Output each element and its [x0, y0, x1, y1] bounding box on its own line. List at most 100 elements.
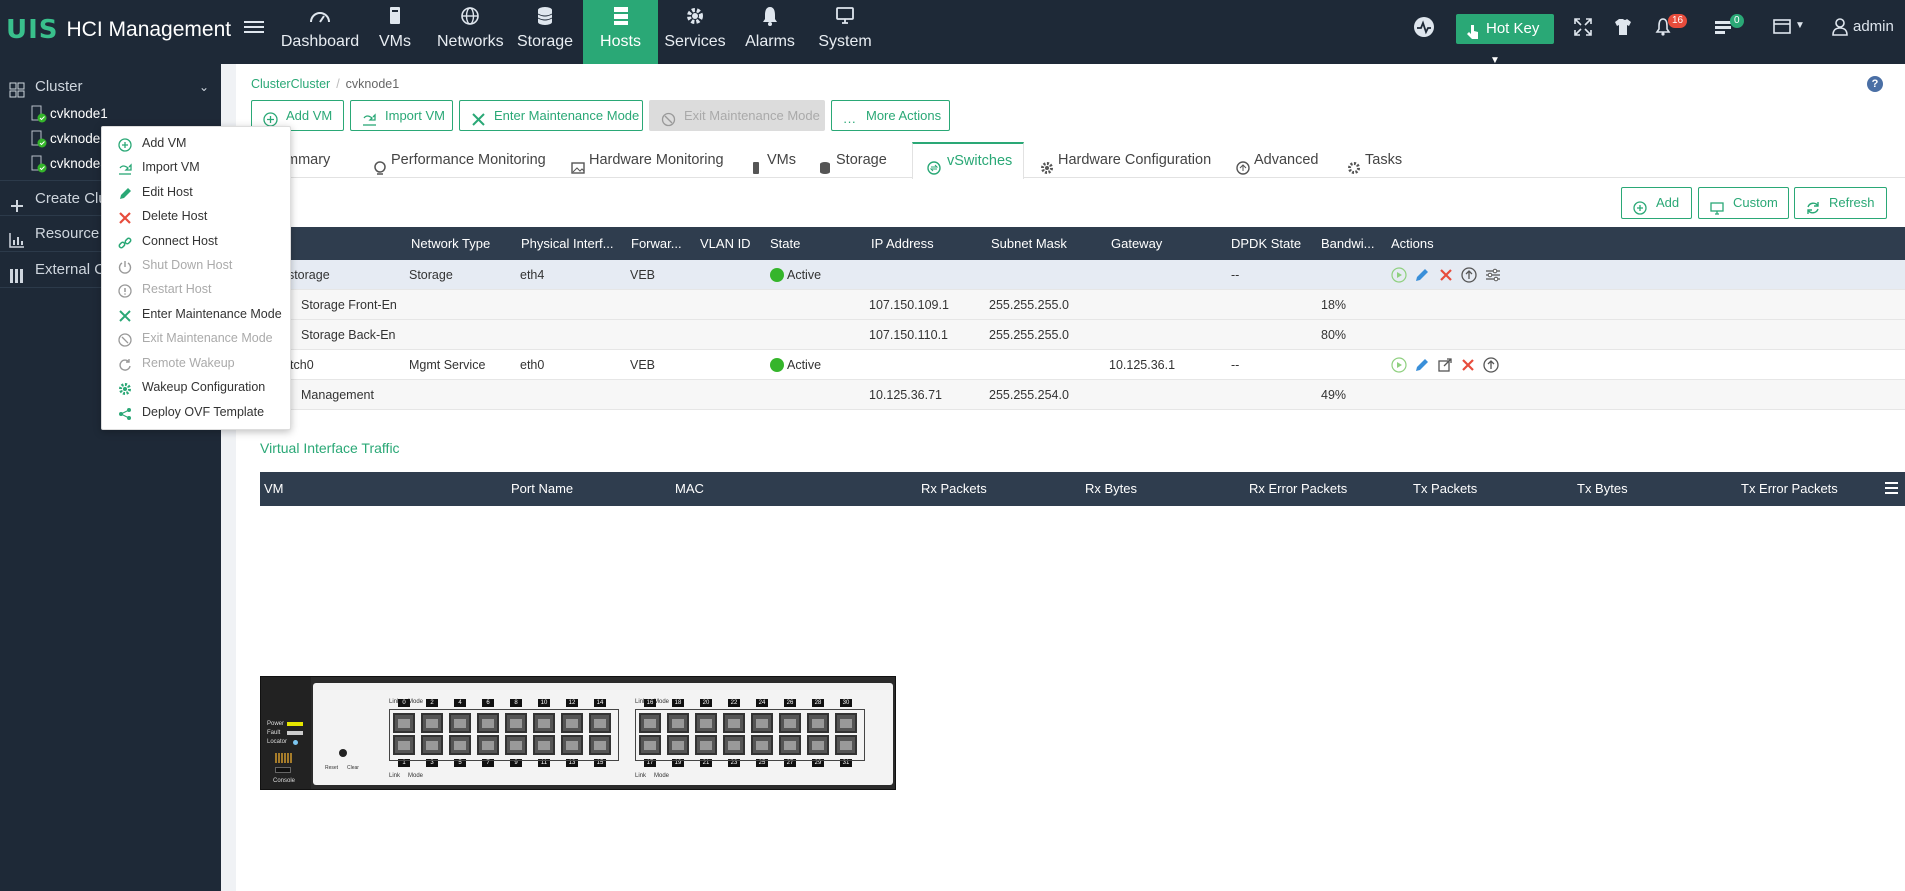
- tab-hardware-monitoring[interactable]: Hardware Monitoring: [569, 142, 724, 178]
- delete-icon[interactable]: [1438, 267, 1454, 283]
- start-icon[interactable]: [1391, 357, 1407, 373]
- table-row[interactable]: Management 10.125.36.71 255.255.254.0 49…: [251, 380, 1905, 410]
- menu-item-shut-down-host[interactable]: Shut Down Host: [102, 253, 292, 277]
- table-row[interactable]: _storage Storage eth4 VEB Active --: [251, 260, 1905, 290]
- tab-vms[interactable]: VMs: [747, 142, 796, 178]
- user-icon[interactable]: [1832, 18, 1848, 39]
- migrate-icon[interactable]: [1437, 357, 1453, 373]
- host-name: cvknode3: [50, 156, 108, 171]
- upload-icon[interactable]: [1483, 357, 1499, 373]
- switch-panel-image: Power Fault Locator Console Reset Clear …: [260, 676, 896, 790]
- table-row[interactable]: Storage Front-En 107.150.109.1 255.255.2…: [251, 290, 1905, 320]
- exit-tools-icon: [661, 108, 676, 127]
- col-header[interactable]: Rx Bytes: [1085, 472, 1137, 506]
- menu-label: Enter Maintenance Mode: [142, 307, 282, 321]
- menu-item-add-vm[interactable]: Add VM: [102, 131, 292, 155]
- heartbeat-icon[interactable]: [1413, 16, 1435, 41]
- fullscreen-icon[interactable]: [1574, 18, 1592, 39]
- col-header[interactable]: Tx Error Packets: [1741, 472, 1838, 506]
- custom-button[interactable]: Custom: [1698, 187, 1789, 219]
- breadcrumb-parent[interactable]: ClusterCluster: [251, 77, 330, 91]
- cell-subnet-mask: 255.255.254.0: [989, 388, 1069, 402]
- help-icon[interactable]: ?: [1867, 76, 1883, 92]
- col-header[interactable]: Physical Interf...: [521, 227, 613, 260]
- tab-hardware-configuration[interactable]: Hardware Configuration: [1038, 142, 1211, 178]
- nav-system[interactable]: System: [814, 0, 876, 64]
- cell-bandwidth: 18%: [1321, 298, 1347, 312]
- upload-icon[interactable]: [1461, 267, 1477, 283]
- col-header[interactable]: Network Type: [411, 227, 490, 260]
- add-vswitch-button[interactable]: Add: [1621, 187, 1692, 219]
- edit-icon[interactable]: [1414, 267, 1430, 283]
- col-header[interactable]: State: [770, 227, 800, 260]
- calendar-icon[interactable]: [1773, 18, 1791, 37]
- delete-icon[interactable]: [1460, 357, 1476, 373]
- nav-dashboard[interactable]: Dashboard: [280, 0, 360, 64]
- col-header[interactable]: Gateway: [1111, 227, 1162, 260]
- hotkey-button[interactable]: Hot Key ▼: [1456, 14, 1554, 66]
- share-icon: [118, 405, 132, 420]
- breadcrumb: ClusterCluster / cvknode1: [251, 77, 399, 91]
- sidebar-host-cvknode1[interactable]: cvknode1: [0, 102, 221, 126]
- nav-storage[interactable]: Storage: [514, 0, 576, 64]
- menu-item-exit-maintenance[interactable]: Exit Maintenance Mode: [102, 326, 292, 350]
- start-icon[interactable]: [1391, 267, 1407, 283]
- task-count-badge: 0: [1730, 14, 1744, 28]
- menu-item-remote-wakeup[interactable]: Remote Wakeup: [102, 351, 292, 375]
- menu-item-enter-maintenance[interactable]: Enter Maintenance Mode: [102, 302, 292, 326]
- menu-item-wakeup-config[interactable]: Wakeup Configuration: [102, 375, 292, 399]
- col-header[interactable]: Rx Packets: [921, 472, 987, 506]
- tab-vswitches[interactable]: vSwitches: [912, 142, 1024, 179]
- menu-item-connect-host[interactable]: Connect Host: [102, 229, 292, 253]
- import-vm-button[interactable]: Import VM: [350, 100, 453, 131]
- col-header[interactable]: DPDK State: [1231, 227, 1301, 260]
- shirt-icon[interactable]: [1614, 18, 1632, 39]
- caret-down-icon[interactable]: ▼: [1795, 20, 1805, 31]
- main-area: ClusterCluster / cvknode1 ? Add VM Import …: [221, 64, 1905, 891]
- menu-item-deploy-ovf[interactable]: Deploy OVF Template: [102, 400, 292, 424]
- col-header[interactable]: Tx Bytes: [1577, 472, 1628, 506]
- user-name[interactable]: admin: [1853, 18, 1894, 35]
- settings-sliders-icon[interactable]: [1485, 267, 1501, 283]
- col-header[interactable]: Tx Packets: [1413, 472, 1477, 506]
- wakeup-icon: [118, 356, 132, 371]
- nav-networks[interactable]: Networks: [437, 0, 504, 64]
- menu-item-delete-host[interactable]: Delete Host: [102, 204, 292, 228]
- refresh-button[interactable]: Refresh: [1794, 187, 1887, 219]
- more-actions-button[interactable]: ··· More Actions: [831, 100, 950, 131]
- menu-item-edit-host[interactable]: Edit Host: [102, 180, 292, 204]
- host-name: cvknode1: [50, 106, 108, 121]
- tab-performance-monitoring[interactable]: Performance Monitoring: [371, 142, 546, 178]
- menu-item-restart-host[interactable]: Restart Host: [102, 277, 292, 301]
- logo[interactable]: UIS HCI Management: [6, 14, 231, 46]
- col-header[interactable]: VLAN ID: [700, 227, 751, 260]
- nav-hosts[interactable]: Hosts: [583, 0, 658, 64]
- col-header[interactable]: IP Address: [871, 227, 934, 260]
- menu-toggle-icon[interactable]: [244, 18, 264, 38]
- tab-storage[interactable]: Storage: [816, 142, 887, 178]
- table-row[interactable]: vitch0 Mgmt Service eth0 VEB Active 10.1…: [251, 350, 1905, 380]
- tab-tasks[interactable]: Tasks: [1345, 142, 1402, 178]
- col-header[interactable]: MAC: [675, 472, 704, 506]
- port-number: 10: [538, 699, 550, 707]
- enter-maintenance-button[interactable]: Enter Maintenance Mode: [459, 100, 643, 131]
- edit-icon[interactable]: [1414, 357, 1430, 373]
- nav-vms[interactable]: VMs: [370, 0, 420, 64]
- col-header[interactable]: Bandwi...: [1321, 227, 1374, 260]
- column-menu-icon[interactable]: [1885, 482, 1898, 497]
- exit-maintenance-button[interactable]: Exit Maintenance Mode: [649, 100, 825, 131]
- menu-item-import-vm[interactable]: Import VM: [102, 155, 292, 179]
- table-row[interactable]: Storage Back-En 107.150.110.1 255.255.25…: [251, 320, 1905, 350]
- col-header[interactable]: Forwar...: [631, 227, 682, 260]
- tab-advanced[interactable]: Advanced: [1234, 142, 1319, 178]
- col-header[interactable]: Port Name: [511, 472, 573, 506]
- nav-alarms[interactable]: Alarms: [740, 0, 800, 64]
- sidebar-cluster[interactable]: Cluster ⌄: [0, 72, 221, 102]
- nav-services[interactable]: Services: [662, 0, 728, 64]
- link-label-bottom: Link: [389, 773, 401, 779]
- menu-label: Remote Wakeup: [142, 356, 235, 370]
- col-header[interactable]: Rx Error Packets: [1249, 472, 1347, 506]
- host-context-menu: Add VM Import VM Edit Host Delete Host C…: [101, 126, 291, 430]
- col-header[interactable]: Subnet Mask: [991, 227, 1067, 260]
- col-header[interactable]: VM: [264, 472, 284, 506]
